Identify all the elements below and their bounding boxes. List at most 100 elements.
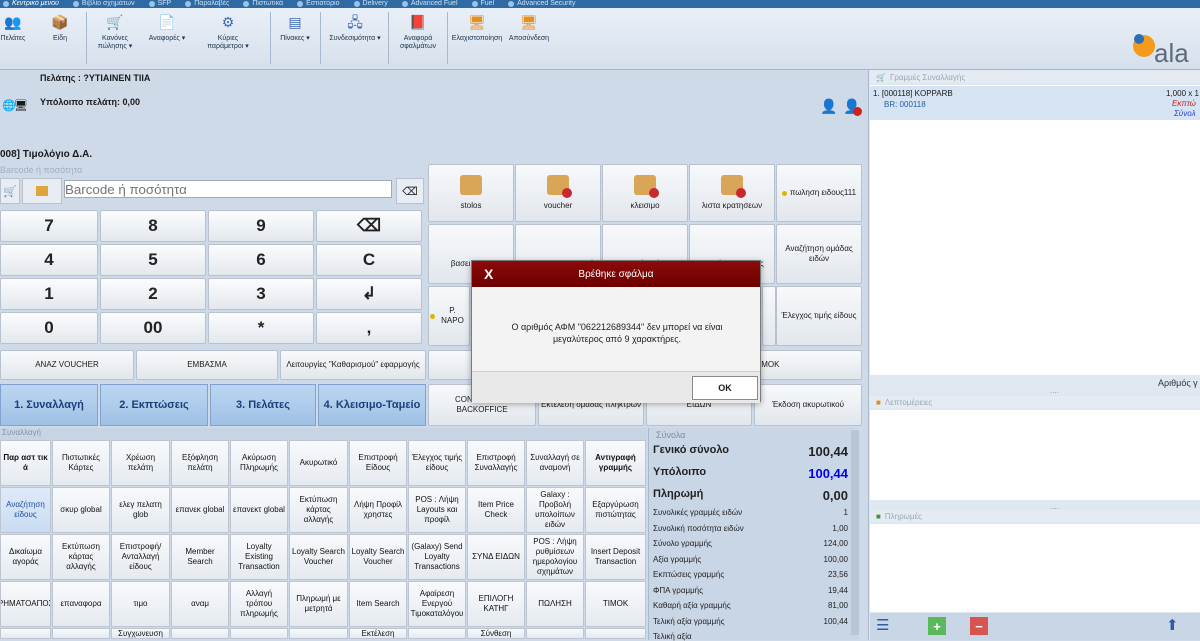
splitter-dots[interactable]: .... bbox=[1050, 386, 1059, 395]
grid-button-1-8[interactable]: Item Price Check bbox=[467, 487, 525, 533]
grid-button-3-7[interactable]: Αφαίρεση Ενεργού Τιμοκαταλόγου bbox=[408, 581, 466, 627]
keypad-key-12[interactable]: 0 bbox=[0, 312, 98, 344]
bar-button-1[interactable]: ΕΜΒΑΣΜΑ bbox=[136, 350, 278, 380]
grid-button-3-2[interactable]: τιμο bbox=[111, 581, 170, 627]
grid-button-1-1[interactable]: σκυρ global bbox=[52, 487, 110, 533]
ribbon-reports-button[interactable]: 📄 Αναφορές ▾ bbox=[145, 12, 189, 43]
grid-button-1-6[interactable]: Λήψη Προφίλ χρηστες bbox=[349, 487, 407, 533]
grid-button-4-6[interactable]: Εκτέλεση bbox=[349, 628, 407, 639]
keypad-key-13[interactable]: 00 bbox=[100, 312, 206, 344]
function-row3-right[interactable]: Έλεγχος τιμής είδους bbox=[776, 286, 862, 346]
grid-button-3-6[interactable]: Item Search bbox=[349, 581, 407, 627]
keypad-key-15[interactable]: , bbox=[316, 312, 422, 344]
coupon-button[interactable] bbox=[22, 178, 62, 204]
grid-button-0-3[interactable]: Εξόφληση πελάτη bbox=[171, 440, 229, 486]
tab-9[interactable]: Advanced Security bbox=[508, 0, 576, 8]
dialog-close-button[interactable]: X bbox=[484, 266, 493, 282]
main-tab-4[interactable]: 4. Κλεισιμο-Ταμείο bbox=[318, 384, 426, 426]
bar-button-0[interactable]: ΑΝΑΖ VOUCHER bbox=[0, 350, 134, 380]
grid-button-4-3[interactable] bbox=[171, 628, 229, 639]
grid-button-0-5[interactable]: Ακυρωτικό bbox=[289, 440, 348, 486]
keypad-key-3[interactable]: ⌫ bbox=[316, 210, 422, 242]
grid-button-4-5[interactable] bbox=[289, 628, 348, 639]
ribbon-customers-button[interactable]: 👥 Πελάτες bbox=[0, 12, 26, 43]
list-icon[interactable]: ☰ bbox=[876, 617, 898, 637]
grid-button-0-4[interactable]: Ακύρωση Πληρωμής bbox=[230, 440, 288, 486]
grid-button-4-7[interactable] bbox=[408, 628, 466, 639]
tab-3[interactable]: Παραλαβές bbox=[185, 0, 229, 8]
grid-button-2-7[interactable]: (Galaxy) Send Loyalty Transactions bbox=[408, 534, 466, 580]
tab-5[interactable]: Εστιατόριο bbox=[297, 0, 340, 8]
grid-button-1-9[interactable]: Galaxy : Προβολή υπολοίπων ειδών bbox=[526, 487, 584, 533]
keypad-key-4[interactable]: 4 bbox=[0, 244, 98, 276]
function-button-0[interactable]: stolos bbox=[428, 164, 514, 222]
grid-button-2-2[interactable]: Επιστροφή/Ανταλλαγή είδους bbox=[111, 534, 170, 580]
main-tab-2[interactable]: 2. Εκπτώσεις bbox=[100, 384, 208, 426]
grid-button-1-10[interactable]: Εξαργύρωση πιστώτητας bbox=[585, 487, 646, 533]
keypad-key-1[interactable]: 8 bbox=[100, 210, 206, 242]
grid-button-0-2[interactable]: Χρέωση πελάτη bbox=[111, 440, 170, 486]
grid-button-0-9[interactable]: Συναλλαγή σε αναμονή bbox=[526, 440, 584, 486]
grid-button-4-4[interactable] bbox=[230, 628, 288, 639]
keypad-key-0[interactable]: 7 bbox=[0, 210, 98, 242]
tab-4[interactable]: Πιστωτικά bbox=[243, 0, 283, 8]
grid-button-4-9[interactable] bbox=[526, 628, 584, 639]
grid-button-2-9[interactable]: POS : Λήψη ρυθμίσεων ημερολογίου σχημάτω… bbox=[526, 534, 584, 580]
ribbon-items-button[interactable]: 📦 Είδη bbox=[40, 12, 80, 43]
grid-button-4-10[interactable] bbox=[585, 628, 646, 639]
tab-7[interactable]: Advanced Fuel bbox=[401, 0, 458, 8]
tab-8[interactable]: Fuel bbox=[471, 0, 494, 8]
function-row3-mid[interactable] bbox=[762, 286, 776, 346]
function-row2-button-4[interactable]: Αναζήτηση ομάδας ειδών bbox=[776, 224, 862, 284]
grid-button-0-0[interactable]: Παρ αστ τικ ά bbox=[0, 440, 51, 486]
grid-button-3-8[interactable]: ΕΠΙΛΟΓΗ ΚΑΤΗΓ bbox=[467, 581, 525, 627]
keypad-key-7[interactable]: C bbox=[316, 244, 422, 276]
tab-2[interactable]: SFP bbox=[148, 0, 171, 8]
grid-button-2-10[interactable]: Insert Deposit Transaction bbox=[585, 534, 646, 580]
barcode-input[interactable] bbox=[64, 180, 392, 198]
customer-cart-button[interactable]: 🛒 bbox=[0, 178, 20, 204]
tab-1[interactable]: Βιβλίο σχημάτων bbox=[72, 0, 135, 8]
grid-button-2-6[interactable]: Loyalty Search Voucher bbox=[349, 534, 407, 580]
function-button-sale[interactable]: πωληση ειδους111 bbox=[776, 164, 862, 222]
grid-button-2-5[interactable]: Loyalty Search Voucher bbox=[289, 534, 348, 580]
grid-button-1-0[interactable]: Αναζήτηση είδους bbox=[0, 487, 51, 533]
grid-button-0-10[interactable]: Αντιγραφή γραμμής bbox=[585, 440, 646, 486]
ribbon-tables-button[interactable]: ▤ Πίνακες ▾ bbox=[275, 12, 315, 43]
grid-button-0-6[interactable]: Επιστροφή Είδους bbox=[349, 440, 407, 486]
remove-payment-button[interactable]: − bbox=[970, 617, 988, 635]
keypad-key-6[interactable]: 6 bbox=[208, 244, 314, 276]
grid-button-2-0[interactable]: Δικαίωμα αγοράς bbox=[0, 534, 51, 580]
grid-button-1-2[interactable]: ελεγ πελατη glob bbox=[111, 487, 170, 533]
keypad-key-2[interactable]: 9 bbox=[208, 210, 314, 242]
function-button-2[interactable]: κλεισιμο bbox=[602, 164, 688, 222]
keypad-key-8[interactable]: 1 bbox=[0, 278, 98, 310]
add-payment-button[interactable]: + bbox=[928, 617, 946, 635]
function-button-1[interactable]: voucher bbox=[515, 164, 601, 222]
function-button-3[interactable]: λιστα κρατησεων bbox=[689, 164, 775, 222]
grid-button-2-8[interactable]: ΣΥΝΔ ΕΙΔΩΝ bbox=[467, 534, 525, 580]
grid-button-2-4[interactable]: Loyalty Existing Transaction bbox=[230, 534, 288, 580]
keypad-key-14[interactable]: * bbox=[208, 312, 314, 344]
ribbon-network-button[interactable]: 🖧 Συνδεσιμότητα ▾ bbox=[325, 12, 385, 43]
dialog-ok-button[interactable]: OK bbox=[692, 376, 758, 400]
customer-search-icon[interactable]: 👤 bbox=[820, 98, 837, 115]
grid-button-0-1[interactable]: Πιστωτικές Κάρτες bbox=[52, 440, 110, 486]
summary-scrollbar[interactable] bbox=[851, 430, 859, 635]
grid-button-3-0[interactable]: ΧΡΗΜΑΤΟΑΠΟΣΤ bbox=[0, 581, 51, 627]
main-tab-3[interactable]: 3. Πελάτες bbox=[210, 384, 316, 426]
grid-button-1-3[interactable]: επανεκ global bbox=[171, 487, 229, 533]
monitor-icon[interactable]: 🖥 bbox=[14, 99, 28, 112]
grid-button-3-3[interactable]: αναμ bbox=[171, 581, 229, 627]
ribbon-cart-button[interactable]: 🛒 Κανόνες πώλησης ▾ bbox=[92, 12, 138, 51]
grid-button-2-3[interactable]: Member Search bbox=[171, 534, 229, 580]
grid-button-4-8[interactable]: Σύνθεση bbox=[467, 628, 525, 639]
grid-button-1-7[interactable]: POS : Λήψη Layouts και προφίλ bbox=[408, 487, 466, 533]
grid-button-3-1[interactable]: επαναφορα bbox=[52, 581, 110, 627]
grid-button-0-7[interactable]: Έλεγχος τιμής είδους bbox=[408, 440, 466, 486]
keypad-key-10[interactable]: 3 bbox=[208, 278, 314, 310]
grid-button-1-4[interactable]: επανεκτ global bbox=[230, 487, 288, 533]
grid-button-4-1[interactable] bbox=[52, 628, 110, 639]
ribbon-logout-button[interactable]: 🖥 Αποσύνδεση bbox=[508, 12, 550, 43]
keypad-key-9[interactable]: 2 bbox=[100, 278, 206, 310]
